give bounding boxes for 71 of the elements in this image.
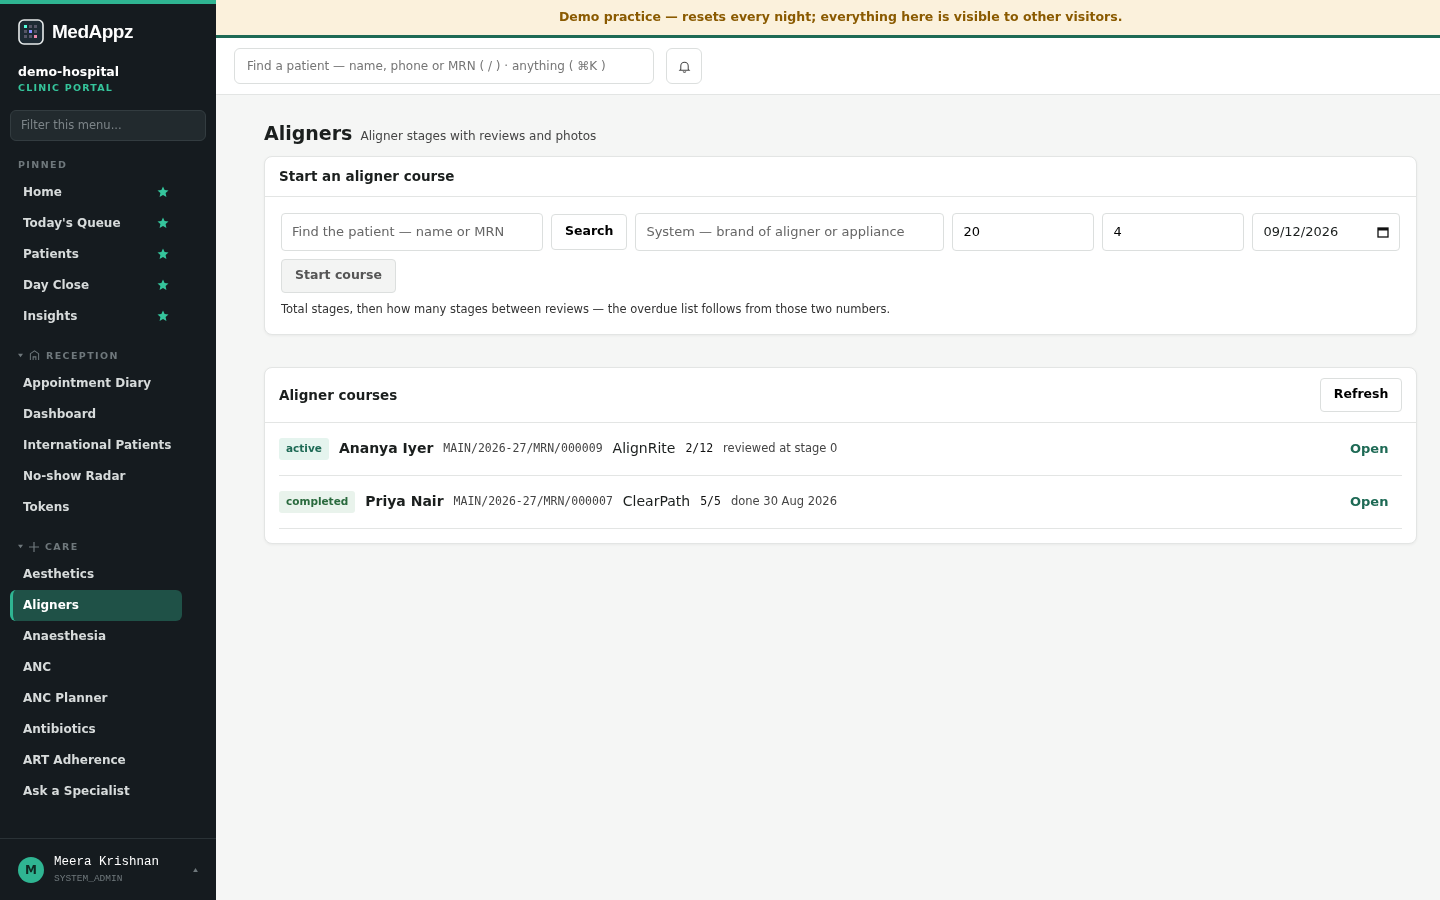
status-badge: active [279, 437, 329, 460]
section-label: RECEPTION [46, 348, 119, 363]
portal-label: CLINIC PORTAL [18, 81, 114, 96]
star-icon [157, 279, 169, 292]
demo-banner: Demo practice — resets every night; everything here is visible to other visitors. [216, 0, 1440, 38]
user-name: Meera Krishnan [54, 854, 161, 871]
open-link[interactable]: Open [1349, 492, 1389, 512]
sidebar-item[interactable]: Tokens [10, 491, 182, 523]
sidebar-item[interactable]: Appointment Diary [10, 367, 182, 399]
sidebar-item[interactable]: ART Adherence [10, 744, 182, 776]
card-title: Start an aligner course [279, 166, 455, 186]
hint-text: Total stages, then how many stages between reviews — the overdue list follows from those two numbers. [281, 300, 892, 318]
sidebar-item[interactable]: Antibiotics [10, 713, 182, 745]
sidebar-item[interactable]: Aligners [10, 589, 182, 621]
system-field[interactable]: System — brand of aligner or appliance [635, 212, 945, 251]
date-field[interactable]: 09/12/2026 [1252, 212, 1401, 251]
section-label: PINNED [18, 157, 68, 172]
bell-icon [677, 59, 691, 73]
patient-name: Ananya Iyer [338, 439, 434, 459]
section-label: CARE [45, 539, 79, 554]
org-name: demo-hospital [18, 62, 121, 81]
sidebar-item[interactable]: ANC [10, 651, 182, 683]
menu-filter-field[interactable]: Filter this menu... [10, 109, 206, 141]
mrn-text: MAIN/2026-27/MRN/000009 [443, 440, 603, 458]
stage-count: 5/5 [700, 493, 721, 511]
caret-icon[interactable] [193, 867, 198, 872]
sidebar-item[interactable]: Ask a Specialist [10, 775, 182, 807]
sidebar-item[interactable]: Anaesthesia [10, 620, 182, 652]
caret-icon[interactable] [18, 353, 23, 359]
course-note: done 30 Aug 2026 [730, 493, 837, 511]
caret-icon[interactable] [18, 544, 23, 550]
plus-icon [29, 541, 39, 552]
course-note: reviewed at stage 0 [723, 440, 838, 458]
sidebar-item[interactable]: ANC Planner [10, 682, 182, 714]
patient-name: Priya Nair [365, 492, 444, 512]
card-title: Aligner courses [279, 385, 398, 405]
start-course-button[interactable]: Start course [281, 258, 396, 293]
system-name: ClearPath [622, 492, 691, 512]
star-icon [157, 248, 169, 261]
sidebar-item[interactable]: Aesthetics [10, 558, 182, 590]
building-icon [29, 350, 40, 362]
patient-field[interactable]: Find the patient — name or MRN [281, 212, 543, 251]
sidebar-item[interactable]: Home [10, 176, 182, 208]
search-button[interactable]: Search [551, 213, 628, 250]
system-name: AlignRite [612, 439, 676, 459]
star-icon [157, 310, 169, 323]
search-field[interactable]: Find a patient — name, phone or MRN ( / ) · anything ( ⌘K ) [234, 48, 654, 84]
notifications-button[interactable] [666, 48, 702, 84]
star-icon [157, 217, 169, 230]
total-stages-field[interactable]: 20 [952, 212, 1095, 251]
sidebar-item[interactable]: Dashboard [10, 398, 182, 430]
user-role: SYSTEM_ADMIN [54, 871, 124, 886]
user-avatar: M [18, 856, 44, 883]
status-badge: completed [279, 490, 356, 513]
open-link[interactable]: Open [1349, 439, 1389, 459]
refresh-button[interactable]: Refresh [1319, 377, 1403, 412]
sidebar-item[interactable]: No-show Radar [10, 460, 182, 492]
page-title: Aligners [264, 121, 353, 146]
star-icon [157, 186, 169, 199]
sidebar-item[interactable]: Today's Queue [10, 207, 182, 239]
mrn-text: MAIN/2026-27/MRN/000007 [453, 493, 613, 511]
sidebar-item[interactable]: Day Close [10, 269, 182, 301]
review-interval-field[interactable]: 4 [1102, 212, 1245, 251]
logo-icon [18, 19, 44, 46]
page-subtitle: Aligner stages with reviews and photos [360, 128, 597, 145]
stage-count: 2/12 [685, 440, 714, 458]
calendar-icon[interactable] [1377, 225, 1390, 238]
sidebar-item[interactable]: Insights [10, 300, 182, 332]
sidebar-item[interactable]: International Patients [10, 429, 182, 461]
brand-name: MedAppz [52, 20, 133, 44]
sidebar-item[interactable]: Patients [10, 238, 182, 270]
